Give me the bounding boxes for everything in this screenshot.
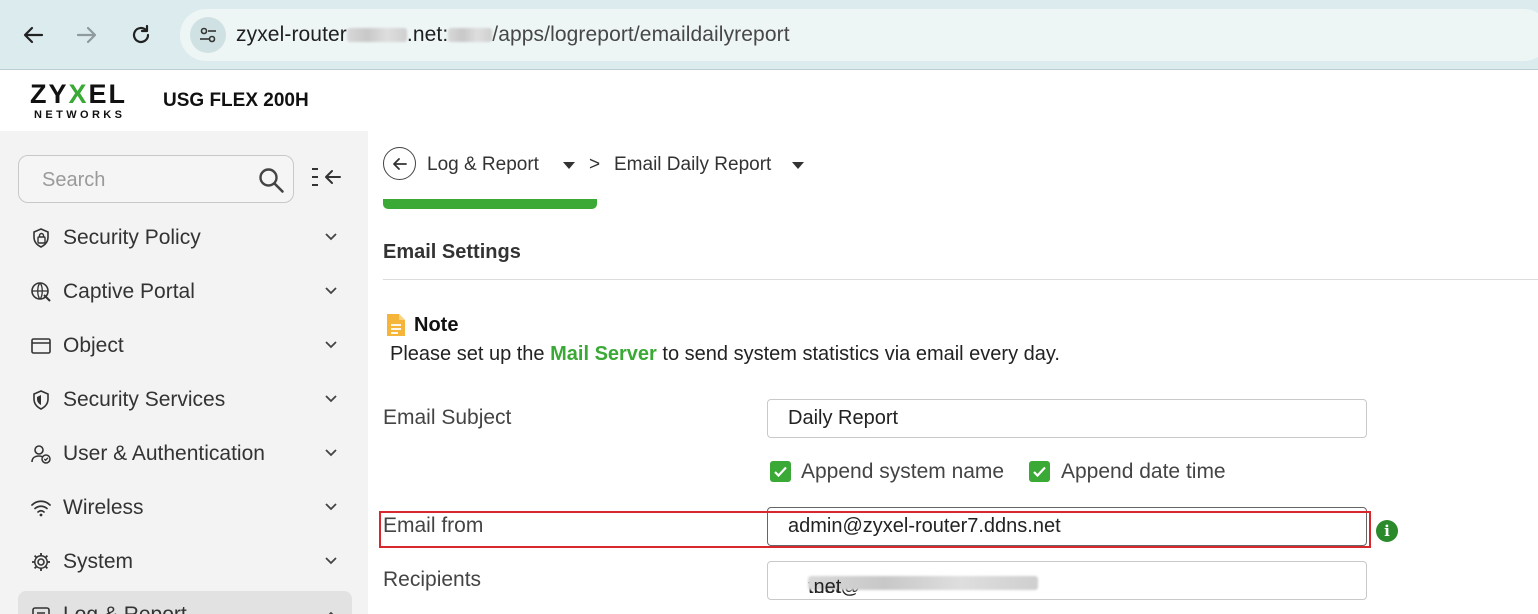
note-text: Please set up the Mail Server to send sy… [390,343,1060,366]
sidebar-item-label: System [63,550,134,573]
chevron-down-icon [325,557,337,565]
sidebar-item-user-authentication[interactable]: User & Authentication [18,429,352,479]
recipients-suffix: .net [808,576,842,598]
sidebar: Search Security Policy Captive Portal Ob… [0,131,368,614]
note-text-after: to send system statistics via email ever… [656,343,1060,365]
url-host-prefix: zyxel-router [236,23,347,46]
breadcrumb-current-dropdown-icon[interactable] [792,162,804,169]
redacted-host [346,28,407,42]
sidebar-item-label: Object [63,334,124,357]
breadcrumb-current[interactable]: Email Daily Report [614,154,771,176]
chevron-up-icon [328,611,334,614]
address-bar[interactable]: zyxel-router .net: /apps/logreport/emailda… [180,9,1538,61]
sidebar-item-log-report[interactable]: Log & Report [18,591,352,614]
chevron-down-icon [325,449,337,457]
sidebar-item-object[interactable]: Object [18,321,352,371]
zyxel-logo[interactable]: ZYXEL NETWORKS [30,79,127,121]
chevron-down-icon [325,233,337,241]
collapse-sidebar-icon[interactable] [310,165,342,194]
active-tab-indicator [383,199,597,209]
note-title: Note [414,314,459,336]
chevron-down-icon [325,287,337,295]
breadcrumb-parent-dropdown-icon[interactable] [563,162,575,169]
append-date-time-label[interactable]: Append date time [1061,460,1226,484]
chevron-down-icon [325,395,337,403]
info-icon[interactable]: i [1376,520,1398,542]
wifi-icon [31,500,51,517]
device-model: USG FLEX 200H [163,90,309,111]
user-auth-icon [31,445,51,464]
sidebar-item-captive-portal[interactable]: Captive Portal [18,267,352,317]
forward-arrow-icon[interactable] [69,17,105,53]
chevron-down-icon [325,503,337,511]
checkmark-icon [1033,466,1046,478]
sidebar-item-label: Security Services [63,388,226,411]
recipients-field[interactable]: test@.net [767,561,1367,600]
redacted-recipient-domain [808,576,1038,590]
site-info-icon[interactable] [190,17,226,53]
back-circle-icon[interactable] [383,147,416,180]
checkmark-icon [774,466,787,478]
append-system-name-label[interactable]: Append system name [801,460,1004,484]
search-input[interactable]: Search [18,155,294,203]
object-card-icon [31,338,51,354]
email-subject-field[interactable]: Daily Report [767,399,1367,438]
email-subject-label: Email Subject [383,406,512,429]
highlight-annotation-box [379,511,1371,548]
main-content: Log & Report > Email Daily Report Email … [368,131,1538,614]
breadcrumb-separator: > [589,154,601,175]
sidebar-item-system[interactable]: System [18,537,352,587]
redacted-port [448,28,493,42]
shield-lock-icon [33,228,49,248]
sidebar-item-security-policy[interactable]: Security Policy [18,213,352,263]
sidebar-item-label: Security Policy [63,226,201,249]
gear-icon [32,553,50,571]
section-title: Email Settings [383,241,521,263]
globe-portal-icon [31,282,51,302]
back-arrow-icon[interactable] [15,17,51,53]
sidebar-item-wireless[interactable]: Wireless [18,483,352,533]
search-placeholder: Search [42,169,106,191]
url-host-suffix: .net: [406,23,449,46]
url-text: zyxel-router .net: /apps/logreport/emailda… [236,23,790,47]
mail-server-link[interactable]: Mail Server [550,343,657,365]
sidebar-item-security-services[interactable]: Security Services [18,375,352,425]
sidebar-item-label: User & Authentication [63,442,265,465]
append-system-name-checkbox[interactable] [770,461,791,482]
chevron-down-icon [325,341,337,349]
logo-text-x: X [68,79,89,109]
email-subject-value: Daily Report [788,407,899,429]
note-text-before: Please set up the [390,343,551,365]
url-path: /apps/logreport/emaildailyreport [492,23,790,46]
reload-icon[interactable] [123,17,159,53]
sidebar-item-label: Wireless [63,496,144,519]
log-report-icon [32,607,50,614]
search-icon[interactable] [257,166,285,199]
note-document-icon [387,314,405,336]
browser-toolbar: zyxel-router .net: /apps/logreport/emailda… [0,0,1538,70]
append-date-time-checkbox[interactable] [1029,461,1050,482]
section-divider [383,279,1538,280]
logo-text-a: ZY [30,79,69,109]
shield-icon [33,390,49,410]
breadcrumb-parent[interactable]: Log & Report [427,154,539,176]
sidebar-item-label: Log & Report [63,603,187,614]
recipients-label: Recipients [383,568,482,591]
sidebar-item-label: Captive Portal [63,280,195,303]
app-header: ZYXEL NETWORKS USG FLEX 200H [0,71,1538,131]
logo-text-b: EL [88,79,128,109]
logo-subtitle: NETWORKS [34,109,126,121]
